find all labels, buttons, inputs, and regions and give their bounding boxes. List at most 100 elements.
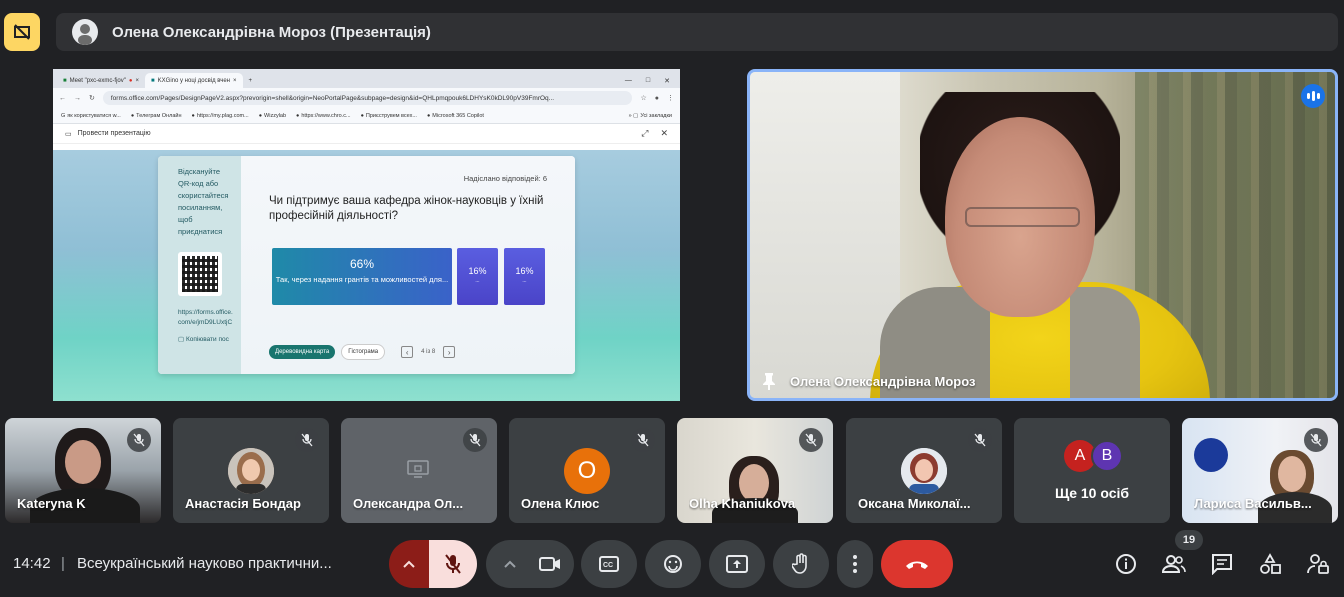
stop-presenting-button[interactable] [4,13,40,51]
participant-tile[interactable]: О Олена Клюс [509,418,665,523]
bookmark-item[interactable]: ● Телеграм Онлайн [131,113,182,119]
svg-text:CC: CC [603,562,613,569]
bookmark-item[interactable]: ● Microsoft 365 Copilot [427,113,484,119]
present-icon: ▭ [65,130,72,138]
participant-tile[interactable]: Kateryna K [5,418,161,523]
participant-tile[interactable]: Олександра Ол... [341,418,497,523]
maximize-icon[interactable]: □ [646,77,650,85]
muted-mic-icon [631,428,655,452]
close-window-icon[interactable]: ✕ [664,77,670,85]
participant-name: Olha Khaniukova [689,496,796,511]
chat-button[interactable] [1206,548,1238,580]
more-participants-label: Ще 10 осіб [1054,485,1130,501]
bottom-bar: 14:42 | Всеукраїнський науково практични… [0,530,1344,588]
active-speaker-tile[interactable]: Олена Олександрівна Мороз [747,69,1338,401]
presenter-bar: Олена Олександрівна Мороз (Презентація) [56,13,1338,51]
meeting-info-button[interactable] [1110,548,1142,580]
audio-options-button[interactable] [389,540,429,588]
histogram-view-button[interactable]: Гістограма [341,344,386,360]
next-slide-icon[interactable]: › [443,346,456,358]
muted-mic-icon [1304,428,1328,452]
meeting-clock: 14:42 [13,555,51,572]
reactions-button[interactable] [645,540,701,588]
poll-card: Відскануйте QR-код або скористайтеся пос… [158,156,575,374]
camera-icon [539,557,560,571]
treemap-view-button[interactable]: Деревовидна карта [269,345,336,359]
participant-tile[interactable]: Оксана Миколаї... [846,418,1002,523]
pin-icon[interactable] [762,372,776,390]
video-options-button[interactable] [490,559,530,569]
muted-mic-icon [295,428,319,452]
browser-tab-meet[interactable]: ■ Meet "pxc-exmc-fjov" ● × [57,73,145,88]
mic-off-icon [445,554,461,574]
activities-icon [1260,553,1281,574]
participant-name: Олександра Ол... [353,496,464,511]
expand-icon[interactable]: ⤢ [641,128,648,139]
bookmark-item[interactable]: ● Wizzylab [259,113,286,119]
camera-toggle-button[interactable] [530,556,570,572]
forward-icon[interactable]: → [74,95,81,102]
avatar: В [1091,440,1123,472]
pager: ‹ 4 із 8 › [401,346,456,358]
bookmark-item[interactable]: ● https://my.plag.com... [192,113,249,119]
more-vert-icon [853,555,857,573]
prev-slide-icon[interactable]: ‹ [401,346,414,358]
participant-name: Оксана Миколаї... [858,496,971,511]
browser-toolbar: ← → ↻ forms.office.com/Pages/DesignPageV… [53,88,680,108]
presenter-avatar [72,19,98,45]
leave-call-button[interactable] [881,540,953,588]
browser-tabs: ■ Meet "pxc-exmc-fjov" ● × ■ KXGino y но… [53,69,680,88]
present-screen-button[interactable] [709,540,765,588]
muted-mic-icon [799,428,823,452]
people-button[interactable] [1158,548,1190,580]
back-icon[interactable]: ← [59,95,66,102]
muted-mic-icon [968,428,992,452]
participant-tile[interactable]: Анастасія Бондар [173,418,329,523]
participant-name: Kateryna K [17,496,86,511]
browser-menu-icon[interactable]: ⋮ [667,94,674,102]
participant-tile[interactable]: Лариса Васильв... [1182,418,1338,523]
more-participants-tile[interactable]: А В Ще 10 осіб [1014,418,1170,523]
microphone-toggle-button[interactable] [429,540,477,588]
hand-icon [792,553,807,574]
bookmark-item[interactable]: ● https://www.chro.c... [296,113,351,119]
raise-hand-button[interactable] [773,540,829,588]
tab-close-icon[interactable]: × [136,78,140,84]
participant-avatar [228,448,274,494]
bookmark-item[interactable]: G як користуватися w... [61,113,121,119]
new-tab-button[interactable]: + [243,73,259,88]
meeting-title: Всеукраїнський науково практични... [77,555,332,572]
address-bar[interactable]: forms.office.com/Pages/DesignPageV2.aspx… [102,91,633,105]
tab-recording-icon: ● [128,77,133,84]
captions-icon: CC [599,556,619,572]
join-link[interactable]: https://forms.office.com/e/jmD9LUxtjC [178,308,235,328]
people-icon [1162,555,1186,573]
meet-window: Олена Олександрівна Мороз (Презентація) … [0,0,1344,597]
browser-tab-forms[interactable]: ■ KXGino y ноці досвід вчен × [145,73,243,88]
activities-button[interactable] [1254,548,1286,580]
bookmark-star-icon[interactable]: ☆ [640,94,646,102]
copy-link-button[interactable]: ▢ Копіювати пос [178,334,235,346]
more-options-button[interactable] [837,540,873,588]
bookmark-item[interactable]: ● Приєструвем всех... [361,113,417,119]
host-controls-button[interactable] [1302,548,1334,580]
emoji-icon [664,555,682,573]
minimize-icon[interactable]: — [625,77,632,85]
participant-avatar: О [564,448,610,494]
muted-mic-icon [127,428,151,452]
bookmark-item[interactable]: » ▢ Усі закладки [629,113,672,119]
profile-icon[interactable]: ● [655,95,659,102]
captions-button[interactable]: CC [581,540,637,588]
close-presentation-icon[interactable]: ✕ [660,128,668,139]
presentation-header: ▭ Провести презентацію ⤢ ✕ [53,124,680,144]
screen-share-icon [407,460,429,483]
reload-icon[interactable]: ↻ [89,94,95,102]
result-bar: 16% ... [457,248,498,305]
window-controls: — □ ✕ [625,77,680,88]
present-off-icon [14,24,30,40]
tab-close-icon[interactable]: × [233,78,237,84]
audio-level-icon [1301,84,1325,108]
speaker-name-label: Олена Олександрівна Мороз [762,372,975,390]
participant-tile[interactable]: Olha Khaniukova [677,418,833,523]
participants-count-badge: 19 [1175,530,1203,550]
